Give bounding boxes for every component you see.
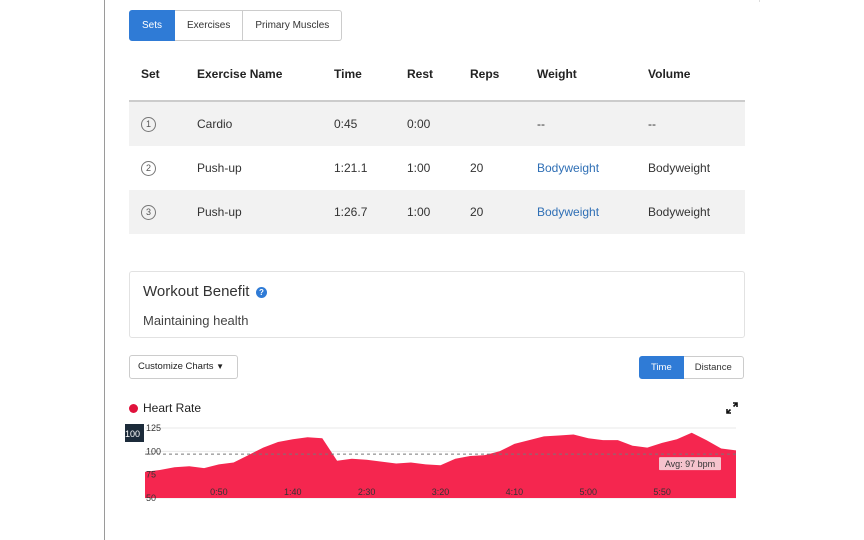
time-cell: 1:21.1 xyxy=(334,161,368,175)
column-header-time[interactable]: Time xyxy=(334,48,407,102)
weight-cell: -- xyxy=(537,102,648,146)
right-divider xyxy=(759,0,760,2)
heart-rate-chart[interactable]: 50 75 100 125 0:50 1:40 2:30 3:20 4:10 5:00 5:50 10… xyxy=(125,422,745,504)
left-divider xyxy=(104,0,105,540)
time-cell: 0:45 xyxy=(334,102,407,146)
exercise-name-cell: Push-up xyxy=(197,190,334,234)
rest-cell: 1:00 xyxy=(407,161,431,175)
table-row[interactable]: 2 Push-up 1:21.1 1:00 20 Bodyweight Body… xyxy=(129,146,745,190)
x-tick-label: 2:30 xyxy=(358,487,376,497)
tab-exercises[interactable]: Exercises xyxy=(175,10,244,41)
y-tick-label: 50 xyxy=(146,493,156,503)
set-cell: 3 xyxy=(129,190,197,234)
workout-benefit-title: Workout Benefit xyxy=(143,283,250,300)
customize-charts-label: Customize Charts xyxy=(138,361,214,372)
y-tick-label: 125 xyxy=(146,423,161,433)
heart-rate-legend: Heart Rate xyxy=(129,401,201,415)
table-row[interactable]: 1 Cardio 0:45 0:00 -- -- xyxy=(129,102,745,146)
toggle-distance[interactable]: Distance xyxy=(683,356,744,379)
column-header-set[interactable]: Set xyxy=(129,48,197,102)
tab-primary-muscles[interactable]: Primary Muscles xyxy=(243,10,343,41)
customize-charts-dropdown[interactable]: Customize Charts ▼ xyxy=(129,355,238,379)
workout-benefit-card: Workout Benefit ? Maintaining health xyxy=(129,271,745,338)
heart-rate-dot-icon xyxy=(129,403,138,413)
axis-toggle: Time Distance xyxy=(639,356,744,379)
workout-benefit-value: Maintaining health xyxy=(143,313,249,328)
y-tick-label: 75 xyxy=(146,470,156,480)
weight-link[interactable]: Bodyweight xyxy=(537,205,599,219)
x-tick-label: 3:20 xyxy=(432,487,450,497)
x-tick-label: 4:10 xyxy=(506,487,524,497)
x-tick-label: 0:50 xyxy=(210,487,228,497)
table-row[interactable]: 3 Push-up 1:26.7 1:00 20 Bodyweight Body… xyxy=(129,190,745,234)
cursor-value-text: 100 xyxy=(125,429,140,439)
reps-cell: 20 xyxy=(470,161,484,175)
rest-cell: 1:00 xyxy=(407,190,470,234)
average-label: Avg: 97 bpm xyxy=(665,459,715,469)
column-header-exercise-name[interactable]: Exercise Name xyxy=(197,48,334,102)
y-tick-label: 100 xyxy=(146,446,161,456)
help-icon[interactable]: ? xyxy=(256,287,267,298)
column-header-weight[interactable]: Weight xyxy=(537,48,648,102)
time-cell: 1:26.7 xyxy=(334,190,407,234)
set-number-badge: 2 xyxy=(141,161,156,176)
x-tick-label: 5:50 xyxy=(653,487,671,497)
expand-icon[interactable] xyxy=(726,402,738,414)
set-cell: 2 xyxy=(129,146,197,190)
volume-cell: Bodyweight xyxy=(648,161,711,175)
weight-cell: Bodyweight xyxy=(537,190,648,234)
set-cell: 1 xyxy=(129,102,197,146)
view-tabs: Sets Exercises Primary Muscles xyxy=(129,10,343,41)
reps-cell: 20 xyxy=(470,190,537,234)
exercise-name-cell: Push-up xyxy=(197,161,242,175)
table-header-row: Set Exercise Name Time Rest Reps Weight … xyxy=(129,48,745,102)
weight-link[interactable]: Bodyweight xyxy=(537,161,599,175)
exercise-name-cell: Cardio xyxy=(197,102,334,146)
column-header-rest[interactable]: Rest xyxy=(407,48,470,102)
reps-cell xyxy=(470,102,537,146)
column-header-volume[interactable]: Volume xyxy=(648,48,745,102)
x-tick-label: 1:40 xyxy=(284,487,302,497)
rest-cell: 0:00 xyxy=(407,102,470,146)
caret-down-icon: ▼ xyxy=(216,362,225,371)
volume-cell: Bodyweight xyxy=(648,190,745,234)
toggle-time[interactable]: Time xyxy=(639,356,684,379)
set-number-badge: 3 xyxy=(141,205,156,220)
column-header-reps[interactable]: Reps xyxy=(470,48,537,102)
sets-table: Set Exercise Name Time Rest Reps Weight … xyxy=(129,48,745,234)
x-tick-label: 5:00 xyxy=(579,487,597,497)
volume-cell: -- xyxy=(648,102,745,146)
weight-cell: Bodyweight xyxy=(537,146,648,190)
heart-rate-title: Heart Rate xyxy=(143,401,202,415)
set-number-badge: 1 xyxy=(141,117,156,132)
tab-sets[interactable]: Sets xyxy=(129,10,176,41)
